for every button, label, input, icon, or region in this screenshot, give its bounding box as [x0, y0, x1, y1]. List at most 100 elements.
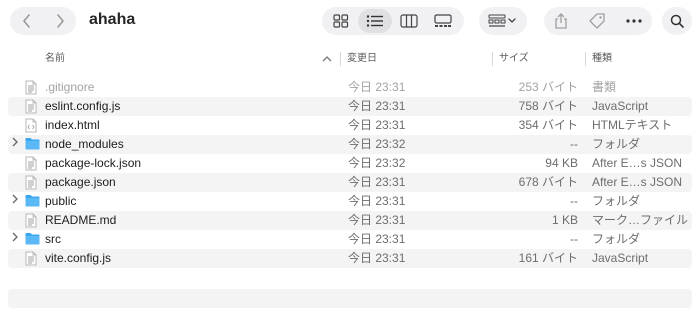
chevron-right-icon — [12, 194, 18, 204]
chevron-right-icon — [56, 14, 64, 28]
columns-icon — [400, 14, 418, 28]
column-header: 名前 変更日 サイズ 種類 — [0, 48, 700, 70]
folder-icon — [25, 195, 40, 207]
column-header-size[interactable]: サイズ — [499, 48, 529, 70]
toolbar: ahaha — [0, 0, 700, 42]
file-name: src — [45, 232, 61, 246]
file-kind: マーク…ファイル — [592, 213, 689, 227]
file-name: .gitignore — [45, 80, 95, 94]
group-icon — [488, 14, 516, 27]
folder-row[interactable]: public 今日 23:31 -- フォルダ — [8, 192, 692, 211]
gallery-view-button[interactable] — [426, 9, 460, 33]
html-file-icon — [25, 118, 37, 133]
file-size: -- — [570, 194, 578, 208]
column-header-kind[interactable]: 種類 — [592, 48, 612, 70]
list-view-button[interactable] — [358, 9, 392, 33]
folder-icon — [25, 233, 40, 245]
column-header-name[interactable]: 名前 — [45, 48, 65, 70]
file-size: -- — [570, 232, 578, 246]
file-size: 758 バイト — [518, 99, 578, 113]
file-kind: After E…s JSON — [592, 175, 683, 189]
file-name: node_modules — [45, 137, 124, 151]
more-button[interactable] — [626, 19, 642, 23]
file-size: 678 バイト — [518, 175, 578, 189]
document-icon — [25, 175, 37, 190]
back-button[interactable] — [10, 7, 43, 35]
file-row[interactable]: README.md 今日 23:31 1 KB マーク…ファイル — [8, 211, 692, 230]
column-divider[interactable] — [340, 52, 341, 66]
action-buttons — [544, 7, 652, 35]
file-name: package.json — [45, 175, 116, 189]
file-size: 253 バイト — [518, 80, 578, 94]
gallery-icon — [434, 14, 452, 27]
disclosure-triangle[interactable] — [11, 192, 21, 211]
file-kind: 書類 — [592, 80, 617, 94]
ellipsis-icon — [626, 19, 642, 23]
column-view-button[interactable] — [392, 9, 426, 33]
icon-view-button[interactable] — [324, 9, 358, 33]
file-row[interactable]: eslint.config.js 今日 23:31 758 バイト JavaScrip… — [8, 97, 692, 116]
file-name: package-lock.json — [45, 156, 142, 170]
file-date: 今日 23:31 — [348, 251, 406, 265]
document-icon — [25, 251, 37, 266]
empty-row — [8, 289, 692, 308]
file-kind: JavaScript — [592, 99, 649, 113]
file-name: public — [45, 194, 77, 208]
file-date: 今日 23:31 — [348, 175, 406, 189]
file-row[interactable]: package.json 今日 23:31 678 バイト After E…s JSO… — [8, 173, 692, 192]
file-date: 今日 23:32 — [348, 156, 406, 170]
file-date: 今日 23:31 — [348, 232, 406, 246]
file-name: vite.config.js — [45, 251, 112, 265]
chevron-left-icon — [22, 14, 30, 28]
file-name: eslint.config.js — [45, 99, 121, 113]
folder-row[interactable]: src 今日 23:31 -- フォルダ — [8, 230, 692, 249]
file-row[interactable]: package-lock.json 今日 23:32 94 KB After E…s … — [8, 154, 692, 173]
forward-button[interactable] — [43, 7, 76, 35]
file-date: 今日 23:31 — [348, 213, 406, 227]
file-name: index.html — [45, 118, 100, 132]
file-kind: フォルダ — [592, 137, 641, 151]
tag-button[interactable] — [588, 12, 606, 30]
file-date: 今日 23:31 — [348, 80, 406, 94]
navigation-buttons — [10, 7, 76, 35]
disclosure-triangle[interactable] — [11, 230, 21, 249]
document-icon — [25, 99, 37, 114]
group-button[interactable] — [479, 7, 527, 35]
file-kind: フォルダ — [592, 232, 641, 246]
column-header-date[interactable]: 変更日 — [347, 48, 377, 70]
file-date: 今日 23:31 — [348, 194, 406, 208]
file-size: 354 バイト — [518, 118, 578, 132]
folder-icon — [25, 138, 40, 150]
file-list: .gitignore 今日 23:31 253 バイト 書類 eslint.config… — [0, 78, 700, 268]
folder-row[interactable]: node_modules 今日 23:32 -- フォルダ — [8, 135, 692, 154]
document-icon — [25, 80, 37, 95]
chevron-right-icon — [12, 137, 18, 147]
file-row[interactable]: .gitignore 今日 23:31 253 バイト 書類 — [8, 78, 692, 97]
chevron-right-icon — [12, 232, 18, 242]
document-icon — [25, 156, 37, 171]
view-mode-selector — [322, 7, 464, 35]
tag-icon — [589, 13, 605, 29]
file-size: 94 KB — [545, 156, 578, 170]
share-icon — [555, 13, 567, 29]
file-kind: After E…s JSON — [592, 156, 683, 170]
file-name: README.md — [45, 213, 117, 227]
disclosure-triangle[interactable] — [11, 135, 21, 154]
column-divider[interactable] — [492, 52, 493, 66]
search-icon — [670, 14, 684, 28]
file-row[interactable]: vite.config.js 今日 23:31 161 バイト JavaScript — [8, 249, 692, 268]
file-size: 1 KB — [551, 213, 578, 227]
file-row[interactable]: index.html 今日 23:31 354 バイト HTMLテキスト — [8, 116, 692, 135]
share-button[interactable] — [554, 13, 568, 29]
list-icon — [366, 15, 383, 27]
grid-icon — [333, 14, 349, 28]
chevron-up-icon — [322, 56, 332, 62]
file-date: 今日 23:32 — [348, 137, 406, 151]
file-kind: フォルダ — [592, 194, 641, 208]
search-button[interactable] — [662, 7, 692, 35]
file-size: 161 バイト — [518, 251, 578, 265]
column-divider[interactable] — [585, 52, 586, 66]
file-size: -- — [570, 137, 578, 151]
file-date: 今日 23:31 — [348, 118, 406, 132]
file-kind: JavaScript — [592, 251, 649, 265]
